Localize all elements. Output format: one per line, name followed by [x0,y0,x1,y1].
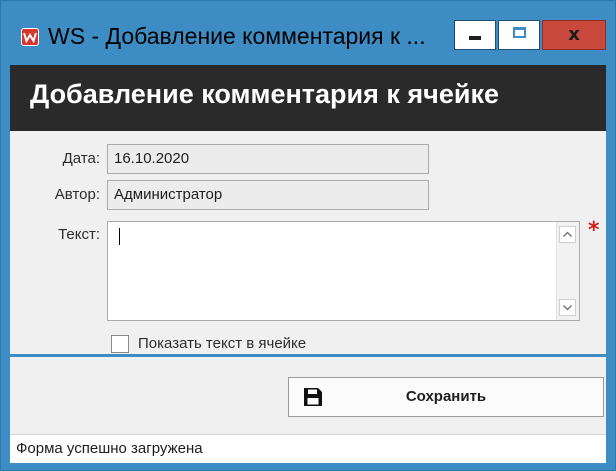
maximize-icon [513,27,526,38]
dialog-window: WS - Добавление комментария к ... x Доба… [0,0,616,471]
text-label: Текст: [58,226,100,243]
action-bar: Сохранить [10,357,606,427]
scroll-down-button[interactable] [559,299,576,316]
chevron-down-icon [563,305,572,311]
form-header: Добавление комментария к ячейке [10,65,606,131]
minimize-button[interactable] [454,20,496,50]
save-button-label: Сохранить [405,388,487,405]
app-icon [21,28,39,46]
dialog-client-area: Добавление комментария к ячейке Дата: 16… [10,65,606,463]
required-indicator: * [588,218,600,243]
chevron-up-icon [563,231,572,237]
form-heading: Добавление комментария к ячейке [30,79,499,109]
text-caret [119,228,120,245]
maximize-button[interactable] [498,20,540,50]
show-text-label[interactable]: Показать текст в ячейке [138,335,306,352]
show-text-checkbox[interactable] [111,335,129,353]
status-bar: Форма успешно загружена [10,434,606,463]
close-button[interactable]: x [542,20,606,50]
comment-text-input[interactable] [107,221,580,321]
scroll-up-button[interactable] [559,226,576,243]
text-scrollbar[interactable] [556,222,579,320]
close-icon: x [568,24,580,45]
save-button[interactable]: Сохранить [288,377,604,417]
title-bar[interactable]: WS - Добавление комментария к ... x [1,1,615,65]
date-field[interactable]: 16.10.2020 [107,144,429,174]
author-field[interactable]: Администратор [107,180,429,210]
minimize-icon [469,36,481,40]
window-title: WS - Добавление комментария к ... [48,23,426,49]
comment-form: Дата: 16.10.2020 Автор: Администратор Те… [10,138,606,354]
date-label: Дата: [62,150,100,167]
author-label: Автор: [54,186,100,203]
